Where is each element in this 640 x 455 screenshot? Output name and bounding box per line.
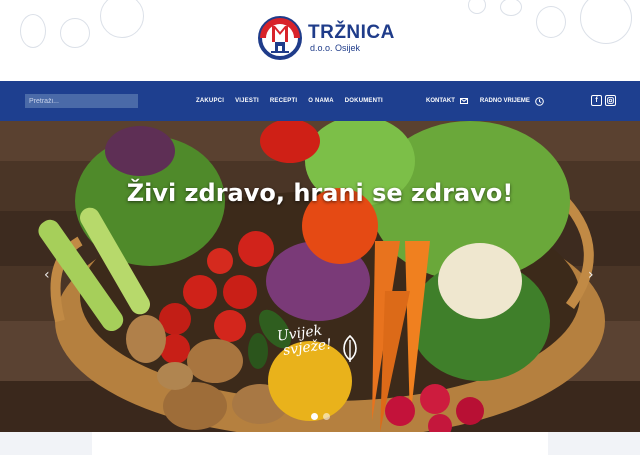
decorative-doodle — [580, 0, 632, 44]
decorative-doodle — [100, 0, 144, 38]
nav-link-recepti[interactable]: RECEPTI — [270, 98, 297, 104]
decorative-doodle — [536, 6, 566, 38]
primary-nav: ZAKUPCI VIJESTI RECEPTI O NAMA DOKUMENTI — [196, 81, 394, 121]
nav-link-vijesti[interactable]: VIJESTI — [235, 98, 259, 104]
leaf-icon — [343, 335, 357, 362]
site-header: TRŽNICA d.o.o. Osijek — [0, 0, 640, 81]
clock-icon — [535, 96, 544, 106]
slider-pagination — [311, 413, 335, 420]
brand-subtitle: d.o.o. Osijek — [310, 42, 361, 53]
envelope-icon — [459, 98, 468, 104]
vegetable-basket-image — [0, 121, 640, 432]
decorative-doodle — [500, 0, 522, 16]
contact-label: KONTAKT — [426, 98, 455, 104]
decorative-doodle — [20, 14, 46, 48]
logo-emblem-icon — [258, 16, 302, 60]
hours-label: RADNO VRIJEME — [479, 98, 530, 104]
site-logo[interactable]: TRŽNICA d.o.o. Osijek — [258, 16, 395, 60]
content-card — [0, 432, 92, 455]
decorative-doodle — [468, 0, 486, 14]
brand-name: TRŽNICA — [308, 21, 395, 43]
slider-dot-1[interactable] — [311, 413, 318, 420]
slider-next-icon[interactable]: › — [588, 267, 594, 283]
secondary-nav: KONTAKT RADNO VRIJEME — [426, 81, 556, 121]
search-input[interactable] — [25, 94, 138, 108]
content-card — [548, 432, 640, 455]
main-navbar: ZAKUPCI VIJESTI RECEPTI O NAMA DOKUMENTI… — [0, 81, 640, 121]
working-hours-link[interactable]: RADNO VRIJEME — [479, 96, 544, 106]
content-section-top — [0, 432, 640, 455]
social-links: f — [591, 95, 619, 106]
nav-link-dokumenti[interactable]: DOKUMENTI — [345, 98, 383, 104]
instagram-icon[interactable] — [605, 95, 616, 106]
slider-prev-icon[interactable]: ‹ — [44, 267, 50, 283]
contact-link[interactable]: KONTAKT — [426, 98, 468, 104]
nav-link-o-nama[interactable]: O NAMA — [308, 98, 334, 104]
facebook-icon[interactable]: f — [591, 95, 602, 106]
decorative-doodle — [60, 18, 90, 48]
hero-slider: Živi zdravo, hrani se zdravo! Uvijek svj… — [0, 121, 640, 432]
nav-link-zakupci[interactable]: ZAKUPCI — [196, 98, 224, 104]
hero-headline: Živi zdravo, hrani se zdravo! — [126, 179, 514, 207]
slider-dot-2[interactable] — [323, 413, 330, 420]
